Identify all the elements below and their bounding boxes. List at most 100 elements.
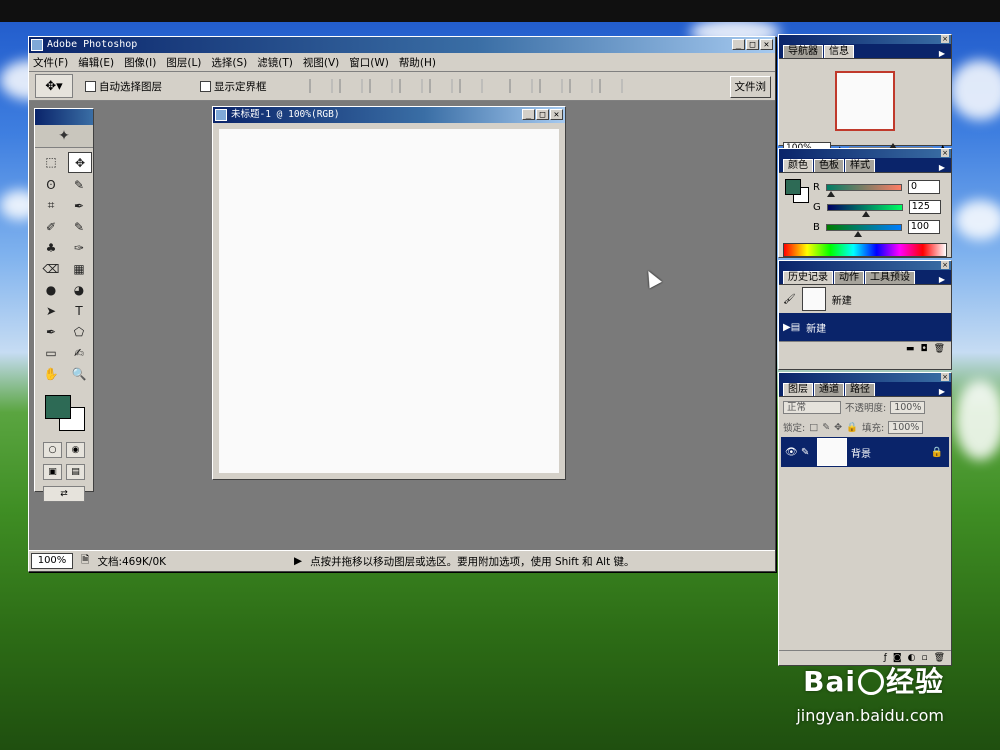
close-icon[interactable]: ×	[941, 373, 949, 381]
fill-field[interactable]: 100%	[888, 420, 924, 434]
color-spectrum-bar[interactable]	[783, 243, 947, 257]
hand-tool-icon[interactable]: ✋	[40, 364, 62, 383]
distribute-bottom-icon[interactable]	[568, 79, 593, 93]
distribute-vcenter-icon[interactable]	[538, 79, 563, 93]
channel-slider[interactable]	[826, 203, 903, 217]
lock-all-icon[interactable]: 🔒	[846, 422, 858, 433]
maximize-button[interactable]: □	[746, 39, 759, 50]
opacity-field[interactable]: 100%	[890, 400, 926, 414]
palette-header[interactable]: ×	[779, 35, 951, 44]
align-top-icon[interactable]	[308, 79, 333, 93]
tab-color[interactable]: 颜色	[783, 159, 813, 172]
history-brush-tool-icon[interactable]: ✑	[68, 238, 90, 257]
lock-transparency-icon[interactable]: □	[809, 422, 818, 433]
zoom-tool-icon[interactable]: 🔍	[68, 364, 90, 383]
screen-standard-icon[interactable]: ▣	[43, 464, 62, 480]
tab-swatches[interactable]: 色板	[814, 159, 844, 172]
dodge-tool-icon[interactable]: ◕	[68, 280, 90, 299]
new-document-icon[interactable]: ▬	[906, 344, 915, 354]
healing-tool-icon[interactable]: ✐	[40, 217, 62, 236]
navigator-thumbnail[interactable]	[835, 71, 895, 131]
brush-link-icon[interactable]: ✎	[801, 447, 813, 458]
menu-file[interactable]: 文件(F)	[33, 55, 68, 70]
close-icon[interactable]: ×	[941, 35, 949, 43]
palette-header[interactable]: ×	[779, 149, 951, 158]
lock-paint-icon[interactable]: ✎	[822, 422, 830, 433]
menu-image[interactable]: 图像(I)	[124, 55, 156, 70]
tab-tool-presets[interactable]: 工具预设	[865, 271, 915, 284]
palette-menu-icon[interactable]: ▶	[939, 163, 951, 172]
marquee-tool-icon[interactable]: ⬚	[40, 152, 62, 171]
channel-value-field[interactable]: 100	[907, 220, 940, 234]
minimize-button[interactable]: _	[732, 39, 745, 50]
eye-icon[interactable]: 👁	[785, 447, 798, 458]
align-right-icon[interactable]	[458, 79, 483, 93]
delete-icon[interactable]: 🗑	[934, 344, 945, 354]
close-icon[interactable]: ×	[941, 149, 949, 157]
close-button[interactable]: ✕	[760, 39, 773, 50]
tab-actions[interactable]: 动作	[834, 271, 864, 284]
standard-mode-icon[interactable]: ○	[43, 442, 62, 458]
toolbox-titlebar[interactable]	[35, 109, 93, 125]
history-snapshot[interactable]: 🖌 新建	[779, 285, 951, 313]
distribute-left-icon[interactable]	[598, 79, 623, 93]
brush-tool-icon[interactable]: ✎	[68, 217, 90, 236]
channel-slider-knob[interactable]	[826, 190, 835, 197]
new-snapshot-icon[interactable]: ◘	[920, 344, 927, 354]
align-bottom-icon[interactable]	[368, 79, 393, 93]
eraser-tool-icon[interactable]: ⌫	[40, 259, 62, 278]
show-bounding-box-checkbox[interactable]: 显示定界框	[200, 79, 267, 94]
notes-tool-icon[interactable]: ▭	[40, 343, 62, 362]
lock-move-icon[interactable]: ✥	[834, 422, 842, 433]
history-state-row[interactable]: ▶▤ 新建	[779, 313, 951, 341]
quickmask-mode-icon[interactable]: ◉	[66, 442, 85, 458]
doc-info-icon[interactable]: 🗎	[81, 552, 89, 570]
auto-select-layer-checkbox[interactable]: 自动选择图层	[85, 79, 162, 94]
tab-paths[interactable]: 路径	[845, 383, 875, 396]
palette-menu-icon[interactable]: ▶	[939, 275, 951, 284]
align-vcenter-icon[interactable]	[338, 79, 363, 93]
tab-navigator[interactable]: 导航器	[783, 45, 823, 58]
eyedropper-tool-icon[interactable]: ✍	[68, 343, 90, 362]
tab-history[interactable]: 历史记录	[783, 271, 833, 284]
channel-value-field[interactable]: 125	[908, 200, 941, 214]
channel-slider[interactable]	[825, 183, 902, 197]
palette-header[interactable]: ×	[779, 261, 951, 270]
path-select-tool-icon[interactable]: ➤	[40, 301, 62, 320]
palette-menu-icon[interactable]: ▶	[939, 49, 951, 58]
adobe-online-logo[interactable]: ✦	[35, 125, 93, 148]
tab-channels[interactable]: 通道	[814, 383, 844, 396]
history-brush-icon[interactable]: 🖌	[783, 294, 796, 305]
channel-slider[interactable]	[825, 223, 902, 237]
channel-slider-knob[interactable]	[854, 230, 863, 237]
distribute-top-icon[interactable]	[508, 79, 533, 93]
tab-info[interactable]: 信息	[824, 45, 854, 58]
status-arrow-icon[interactable]: ▶	[294, 555, 302, 567]
doc-close-button[interactable]: ✕	[550, 109, 563, 120]
close-icon[interactable]: ×	[941, 261, 949, 269]
align-hcenter-icon[interactable]	[428, 79, 453, 93]
move-tool-icon[interactable]: ✥	[68, 152, 92, 173]
doc-maximize-button[interactable]: □	[536, 109, 549, 120]
tab-styles[interactable]: 样式	[845, 159, 875, 172]
doc-minimize-button[interactable]: _	[522, 109, 535, 120]
lasso-tool-icon[interactable]: ʘ	[40, 175, 62, 194]
menu-layer[interactable]: 图层(L)	[166, 55, 201, 70]
menu-select[interactable]: 选择(S)	[211, 55, 247, 70]
status-zoom-field[interactable]: 100%	[31, 553, 73, 569]
menu-filter[interactable]: 滤镜(T)	[257, 55, 293, 70]
align-left-icon[interactable]	[398, 79, 423, 93]
image-canvas[interactable]	[219, 129, 559, 473]
clone-stamp-tool-icon[interactable]: ♣	[40, 238, 62, 257]
type-tool-icon[interactable]: T	[68, 301, 90, 320]
menu-help[interactable]: 帮助(H)	[399, 55, 436, 70]
menu-view[interactable]: 视图(V)	[303, 55, 339, 70]
layer-row-background[interactable]: 👁 ✎ 背景 🔒	[781, 437, 949, 467]
menu-window[interactable]: 窗口(W)	[349, 55, 389, 70]
document-titlebar[interactable]: 未标题-1 @ 100%(RGB) _ □ ✕	[213, 107, 565, 123]
channel-slider-knob[interactable]	[862, 210, 871, 217]
palette-header[interactable]: ×	[779, 373, 951, 382]
jump-to-imageready-icon[interactable]: ⇄	[43, 486, 85, 502]
magic-wand-tool-icon[interactable]: ✎	[68, 175, 90, 194]
shape-tool-icon[interactable]: ⬠	[68, 322, 90, 341]
